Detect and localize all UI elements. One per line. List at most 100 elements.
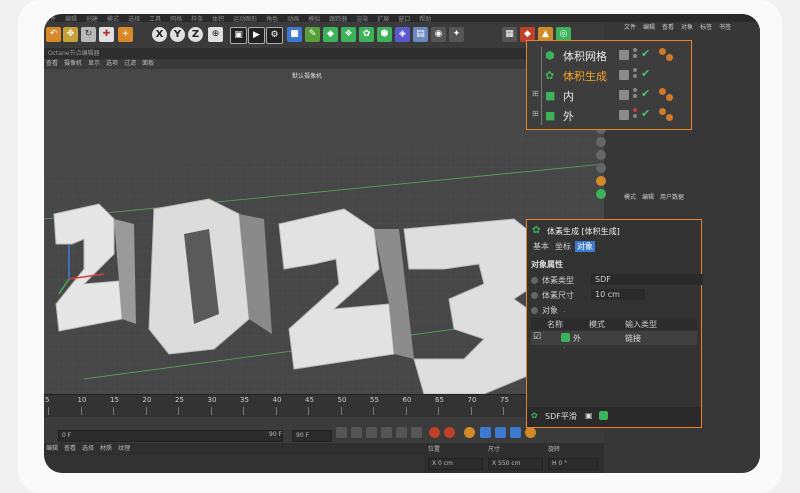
animate-radio-icon[interactable]: [531, 307, 538, 314]
tool-strip-icon[interactable]: [596, 163, 606, 173]
viewport-menu-item[interactable]: 面板: [142, 60, 154, 67]
layer-add-icon[interactable]: [599, 411, 608, 420]
position-x-field[interactable]: X 0 cm: [428, 458, 483, 470]
display-tag-icon[interactable]: [619, 110, 629, 120]
material-tag-icon[interactable]: [659, 88, 666, 95]
volume-mesher-icon[interactable]: ⬢: [377, 27, 392, 42]
display-tag-icon[interactable]: [619, 50, 629, 60]
object-manager-menu-item[interactable]: 对象: [681, 24, 693, 31]
go-to-end-icon[interactable]: [411, 427, 422, 438]
material-menu-item[interactable]: 选择: [82, 445, 94, 452]
scale-key-icon[interactable]: [495, 427, 506, 438]
position-key-icon[interactable]: [480, 427, 491, 438]
prev-key-icon[interactable]: [351, 427, 362, 438]
autokey-icon[interactable]: [444, 427, 455, 438]
material-menu-item[interactable]: 编辑: [46, 445, 58, 452]
render-settings-icon[interactable]: ⚙: [266, 27, 283, 44]
display-tag-icon[interactable]: [619, 70, 629, 80]
parameter-key-icon[interactable]: [525, 427, 536, 438]
object-manager-menu-item[interactable]: 标签: [700, 24, 712, 31]
voxel-type-select[interactable]: SDF: [591, 274, 703, 285]
row-checkbox-icon[interactable]: ☑: [533, 332, 541, 342]
tool-strip-icon[interactable]: [596, 176, 606, 186]
enabled-check-icon[interactable]: ✔: [641, 87, 650, 100]
volume-builder-icon[interactable]: ✿: [359, 27, 374, 42]
record-icon[interactable]: [429, 427, 440, 438]
timeline-ruler[interactable]: 510152025303540455055606570758085: [44, 394, 604, 418]
tab-basic[interactable]: 基本: [531, 241, 551, 252]
object-row-volume-builder[interactable]: ✿ 体积生成 ✔: [527, 65, 691, 85]
viewport-menu-item[interactable]: 过滤: [124, 60, 136, 67]
visibility-dots-icon[interactable]: [633, 108, 637, 122]
sdf-smooth-button[interactable]: SDF平滑: [545, 411, 577, 422]
add-icon[interactable]: +: [118, 27, 133, 42]
pen-icon[interactable]: ✎: [305, 27, 320, 42]
render-picture-icon[interactable]: ▶: [248, 27, 265, 44]
end-frame-field[interactable]: 90 F: [292, 430, 332, 442]
render-view-icon[interactable]: ▣: [230, 27, 247, 44]
tab-coord[interactable]: 坐标: [553, 241, 573, 252]
axis-y-button[interactable]: Y: [170, 27, 185, 42]
deformer-icon[interactable]: ◈: [395, 27, 410, 42]
object-manager-menu-item[interactable]: 文件: [624, 24, 636, 31]
size-x-field[interactable]: X 550 cm: [488, 458, 543, 470]
material-tag-icon[interactable]: [666, 94, 673, 101]
current-frame-field[interactable]: 0 F: [58, 430, 283, 442]
display-tag-icon[interactable]: [619, 90, 629, 100]
go-to-start-icon[interactable]: [336, 427, 347, 438]
play-backward-icon[interactable]: [366, 427, 377, 438]
visibility-dots-icon[interactable]: [633, 48, 637, 62]
visibility-dots-icon[interactable]: [633, 68, 637, 82]
camera-icon[interactable]: ◉: [431, 27, 446, 42]
subdivision-icon[interactable]: ◆: [323, 27, 338, 42]
enabled-check-icon[interactable]: ✔: [641, 107, 650, 120]
axis-z-button[interactable]: Z: [188, 27, 203, 42]
viewport-menu-item[interactable]: 选项: [106, 60, 118, 67]
filter-icon[interactable]: ▣: [585, 411, 593, 420]
material-menu-item[interactable]: 纹理: [118, 445, 130, 452]
object-manager-menu-item[interactable]: 书签: [719, 24, 731, 31]
axis-x-button[interactable]: X: [152, 27, 167, 42]
object-manager-menu-item[interactable]: 编辑: [643, 24, 655, 31]
material-tag-icon[interactable]: [659, 108, 666, 115]
material-tag-icon[interactable]: [666, 114, 673, 121]
tool-strip-icon[interactable]: [596, 189, 606, 199]
tool-strip-icon[interactable]: [596, 137, 606, 147]
expand-icon[interactable]: ⊞: [532, 109, 539, 118]
voxel-size-input[interactable]: 10 cm: [591, 289, 645, 300]
viewport-menu-item[interactable]: 摄像机: [64, 60, 82, 67]
enabled-check-icon[interactable]: ✔: [641, 67, 650, 80]
attribute-menu-item[interactable]: 用户数据: [660, 194, 684, 201]
visibility-dots-icon[interactable]: [633, 88, 637, 102]
cube-icon[interactable]: ■: [287, 27, 302, 42]
keyframe-selection-icon[interactable]: [464, 427, 475, 438]
move-tool-icon[interactable]: ✥: [63, 27, 78, 42]
material-tag-icon[interactable]: [659, 48, 666, 55]
next-key-icon[interactable]: [396, 427, 407, 438]
object-row-outer[interactable]: ⊞ ■ 外 ✔: [527, 105, 691, 125]
scale-tool-icon[interactable]: ✚: [99, 27, 114, 42]
material-menu-item[interactable]: 材质: [100, 445, 112, 452]
undo-icon[interactable]: ↶: [46, 27, 61, 42]
light-icon[interactable]: ✦: [449, 27, 464, 42]
attribute-menu-item[interactable]: 模式: [624, 194, 636, 201]
animate-radio-icon[interactable]: [531, 277, 538, 284]
attribute-menu-item[interactable]: 编辑: [642, 194, 654, 201]
viewport-menu-item[interactable]: 显示: [88, 60, 100, 67]
material-tag-icon[interactable]: [666, 54, 673, 61]
tab-object[interactable]: 对象: [575, 241, 595, 252]
animate-radio-icon[interactable]: [531, 292, 538, 299]
floor-icon[interactable]: ▤: [413, 27, 428, 42]
rotation-key-icon[interactable]: [510, 427, 521, 438]
cloner-icon[interactable]: ❖: [341, 27, 356, 42]
enabled-check-icon[interactable]: ✔: [641, 47, 650, 60]
object-row-volume-mesher[interactable]: ⬢ 体积网格 ✔: [527, 45, 691, 65]
material-menu-item[interactable]: 查看: [64, 445, 76, 452]
viewport-menu-item[interactable]: 查看: [46, 60, 58, 67]
rotation-h-field[interactable]: H 0 °: [548, 458, 598, 470]
object-manager-menu-item[interactable]: 查看: [662, 24, 674, 31]
objects-list-row[interactable]: ☑ 外 链接: [531, 331, 697, 345]
coordinate-system-icon[interactable]: ⊕: [208, 27, 223, 42]
play-icon[interactable]: [381, 427, 392, 438]
object-snap-icon[interactable]: ▦: [502, 27, 517, 42]
